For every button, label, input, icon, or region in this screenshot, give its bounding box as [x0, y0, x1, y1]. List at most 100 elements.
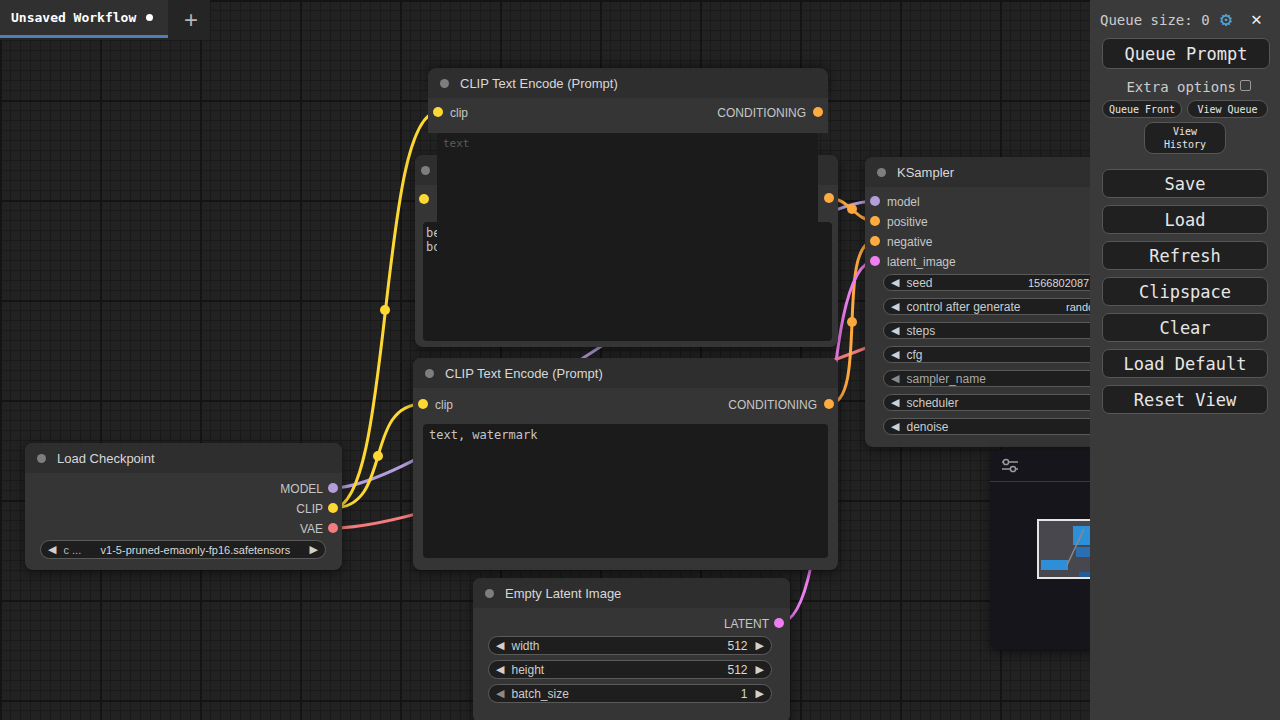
collapse-dot[interactable] — [485, 589, 494, 598]
clip-input-dot[interactable] — [418, 399, 428, 409]
conditioning-output-label: CONDITIONING — [717, 106, 806, 120]
node-title: Empty Latent Image — [505, 586, 621, 601]
decrement-arrow[interactable]: ◀ — [48, 543, 56, 556]
decrement-arrow[interactable]: ◀ — [891, 348, 899, 361]
increment-arrow[interactable]: ▶ — [756, 639, 764, 652]
new-workflow-button[interactable]: + — [176, 4, 206, 36]
node-clip-text-encode-negative[interactable]: CLIP Text Encode (Prompt) clip CONDITION… — [413, 358, 838, 570]
save-button[interactable]: Save — [1102, 169, 1268, 198]
latent-output-label: LATENT — [724, 617, 769, 631]
vae-output-dot[interactable] — [328, 523, 338, 533]
collapse-dot[interactable] — [425, 369, 434, 378]
node-header[interactable]: CLIP Text Encode (Prompt) — [413, 358, 838, 388]
refresh-button[interactable]: Refresh — [1102, 241, 1268, 270]
decrement-arrow[interactable]: ◀ — [891, 324, 899, 337]
positive-input-dot[interactable] — [870, 216, 880, 226]
node-header[interactable]: CLIP Text Encode (Prompt) — [428, 68, 828, 98]
conditioning-output-label: CONDITIONING — [728, 398, 817, 412]
node-title: Load Checkpoint — [57, 451, 155, 466]
close-icon[interactable]: ✕ — [1251, 8, 1262, 29]
height-widget[interactable]: ◀ height 512 ▶ — [488, 660, 772, 679]
conditioning-output-dot[interactable] — [824, 399, 834, 409]
clip-input-label: clip — [450, 106, 468, 120]
queue-prompt-button[interactable]: Queue Prompt — [1102, 38, 1270, 69]
load-button[interactable]: Load — [1102, 205, 1268, 234]
reset-view-button[interactable]: Reset View — [1102, 385, 1268, 414]
widget-label: batch_size — [511, 687, 568, 701]
collapse-dot[interactable] — [37, 454, 46, 463]
model-output-label: MODEL — [280, 482, 323, 496]
clip-input-label: clip — [435, 398, 453, 412]
decrement-arrow[interactable]: ◀ — [891, 372, 899, 385]
increment-arrow[interactable]: ▶ — [310, 543, 318, 556]
clip-output-dot[interactable] — [328, 503, 338, 513]
tune-icon — [1002, 457, 1020, 475]
prompt-textarea[interactable]: text — [437, 133, 818, 337]
widget-label: height — [511, 663, 544, 677]
decrement-arrow[interactable]: ◀ — [496, 663, 504, 676]
model-input-dot[interactable] — [870, 196, 880, 206]
decrement-arrow[interactable]: ◀ — [891, 276, 899, 289]
clipspace-button[interactable]: Clipspace — [1102, 277, 1268, 306]
settings-gear-icon[interactable]: ⚙ — [1220, 7, 1232, 31]
model-output-dot[interactable] — [328, 483, 338, 493]
widget-label: c ... — [63, 544, 81, 556]
node-load-checkpoint[interactable]: Load Checkpoint MODEL CLIP VAE ◀ c ... v… — [25, 443, 342, 570]
latent-output-dot[interactable] — [774, 618, 784, 628]
model-input-label: model — [887, 195, 920, 209]
decrement-arrow[interactable]: ◀ — [891, 300, 899, 313]
comfy-menu: Queue size: 0 ⚙ ✕ Queue Prompt Extra opt… — [1090, 0, 1280, 720]
batch-size-widget[interactable]: ◀ batch_size 1 ▶ — [488, 684, 772, 703]
widget-value: v1-5-pruned-emaonly-fp16.safetensors — [101, 544, 291, 556]
width-widget[interactable]: ◀ width 512 ▶ — [488, 636, 772, 655]
widget-value: 512 — [728, 639, 748, 653]
widget-label: cfg — [906, 348, 922, 362]
ckpt-name-widget[interactable]: ◀ c ... v1-5-pruned-emaonly-fp16.safeten… — [40, 540, 326, 559]
widget-label: width — [511, 639, 539, 653]
prompt-textarea[interactable]: text, watermark — [423, 424, 828, 558]
seed-value: 15668020871 — [1028, 277, 1095, 289]
load-default-button[interactable]: Load Default — [1102, 349, 1268, 378]
latent-input-dot[interactable] — [870, 256, 880, 266]
extra-options-checkbox[interactable] — [1240, 80, 1251, 91]
decrement-arrow[interactable]: ◀ — [496, 639, 504, 652]
increment-arrow[interactable]: ▶ — [756, 687, 764, 700]
clip-output-label: CLIP — [296, 502, 323, 516]
decrement-arrow[interactable]: ◀ — [891, 420, 899, 433]
node-title: CLIP Text Encode (Prompt) — [445, 366, 603, 381]
extra-options-label: Extra options — [1090, 79, 1236, 95]
latent-input-label: latent_image — [887, 255, 956, 269]
workflow-tab[interactable]: Unsaved Workflow — [0, 0, 168, 38]
generated-image-thumbnail[interactable] — [1037, 519, 1095, 579]
widget-label: control after generate — [906, 300, 1020, 314]
decrement-arrow[interactable]: ◀ — [891, 396, 899, 409]
view-history-button[interactable]: View History — [1144, 122, 1226, 154]
view-queue-button[interactable]: View Queue — [1187, 100, 1268, 118]
unsaved-indicator-dot — [146, 14, 153, 21]
widget-value: 512 — [728, 663, 748, 677]
vae-output-label: VAE — [300, 522, 323, 536]
widget-label: denoise — [906, 420, 948, 434]
node-header[interactable]: Empty Latent Image — [473, 578, 790, 608]
negative-input-label: negative — [887, 235, 932, 249]
widget-label: sampler_name — [906, 372, 985, 386]
conditioning-output-dot[interactable] — [813, 107, 823, 117]
widget-label: seed — [906, 276, 932, 290]
clip-input-dot[interactable] — [433, 107, 443, 117]
collapse-dot[interactable] — [440, 79, 449, 88]
negative-input-dot[interactable] — [870, 236, 880, 246]
queue-front-button[interactable]: Queue Front — [1102, 100, 1182, 118]
queue-size-label: Queue size: 0 — [1100, 12, 1210, 28]
decrement-arrow[interactable]: ◀ — [496, 687, 504, 700]
node-empty-latent-image[interactable]: Empty Latent Image LATENT ◀ width 512 ▶ … — [473, 578, 790, 720]
increment-arrow[interactable]: ▶ — [756, 663, 764, 676]
node-clip-text-encode-top[interactable]: CLIP Text Encode (Prompt) clip CONDITION… — [428, 68, 828, 345]
tab-title: Unsaved Workflow — [11, 10, 136, 25]
node-header[interactable]: Load Checkpoint — [25, 443, 342, 473]
collapse-dot[interactable] — [877, 168, 886, 177]
node-title: KSampler — [897, 165, 954, 180]
clear-button[interactable]: Clear — [1102, 313, 1268, 342]
widget-value: 1 — [741, 687, 748, 701]
workflow-tab-bar: Unsaved Workflow + — [0, 0, 210, 40]
node-canvas[interactable]: CLIP Text Encode (Prompt) beautiful scen… — [0, 0, 1280, 720]
